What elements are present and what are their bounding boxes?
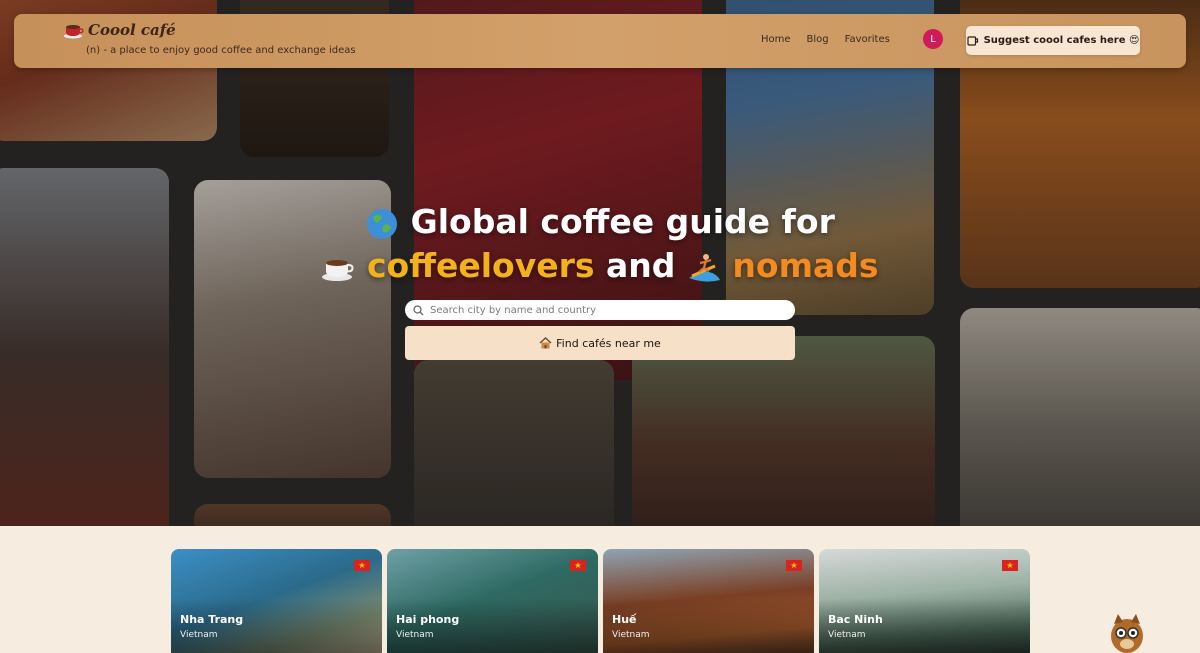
tagline: (n) - a place to enjoy good coffee and e…	[86, 45, 356, 56]
vietnam-flag-icon: ★	[570, 560, 586, 571]
city-card-hue[interactable]: ★ Huế Vietnam	[603, 549, 814, 653]
suggest-label: Suggest coool cafes here 😍	[983, 35, 1140, 46]
nav-favorites-link[interactable]: Favorites	[845, 34, 890, 45]
vietnam-flag-icon: ★	[354, 560, 370, 571]
city-card-hai-phong[interactable]: ★ Hai phong Vietnam	[387, 549, 598, 653]
house-icon	[539, 337, 552, 349]
city-country: Vietnam	[828, 630, 866, 640]
vietnam-flag-icon: ★	[786, 560, 802, 571]
coffee-cup-icon	[64, 25, 84, 39]
user-avatar[interactable]: L	[923, 29, 943, 49]
city-name: Hai phong	[396, 613, 460, 626]
city-name: Nha Trang	[180, 613, 244, 626]
city-country: Vietnam	[180, 630, 218, 640]
top-navbar: Coool café (n) - a place to enjoy good c…	[14, 14, 1186, 68]
main-nav: Home Blog Favorites	[761, 34, 890, 45]
find-cafes-label: Find cafés near me	[556, 336, 661, 350]
nav-blog-link[interactable]: Blog	[807, 34, 829, 45]
vietnam-flag-icon: ★	[1002, 560, 1018, 571]
hero-line-1: Global coffee guide for	[410, 202, 835, 241]
city-name: Huế	[612, 613, 637, 626]
city-card-bac-ninh[interactable]: ★ Bac Ninh Vietnam	[819, 549, 1030, 653]
nav-home-link[interactable]: Home	[761, 34, 791, 45]
hero-word-coffeelovers: coffeelovers	[366, 246, 595, 285]
search-icon	[413, 304, 424, 315]
city-country: Vietnam	[396, 630, 434, 640]
hero-section: Global coffee guide for coffeelovers and…	[0, 0, 1200, 526]
hero-word-and: and	[606, 246, 676, 285]
find-cafes-button[interactable]: Find cafés near me	[405, 326, 795, 360]
city-country: Vietnam	[612, 630, 650, 640]
city-card-nha-trang[interactable]: ★ Nha Trang Vietnam	[171, 549, 382, 653]
city-name: Bac Ninh	[828, 613, 883, 626]
surfer-icon	[688, 253, 720, 282]
mascot-icon[interactable]	[1108, 612, 1146, 653]
coffee-cup-icon	[322, 259, 354, 281]
city-cards-row: ★ Nha Trang Vietnam ★ Hai phong Vietnam …	[171, 549, 1030, 653]
site-logo[interactable]: Coool café	[64, 21, 176, 39]
hero-headline: Global coffee guide for coffeelovers and…	[0, 200, 1200, 288]
hero-word-nomads: nomads	[732, 246, 879, 285]
coffee-mug-icon	[966, 36, 978, 46]
globe-icon	[367, 208, 398, 239]
search-input[interactable]	[430, 304, 780, 316]
city-search-bar[interactable]	[405, 300, 795, 320]
logo-text: Coool café	[88, 21, 176, 39]
suggest-cafes-button[interactable]: Suggest coool cafes here 😍	[966, 26, 1140, 55]
